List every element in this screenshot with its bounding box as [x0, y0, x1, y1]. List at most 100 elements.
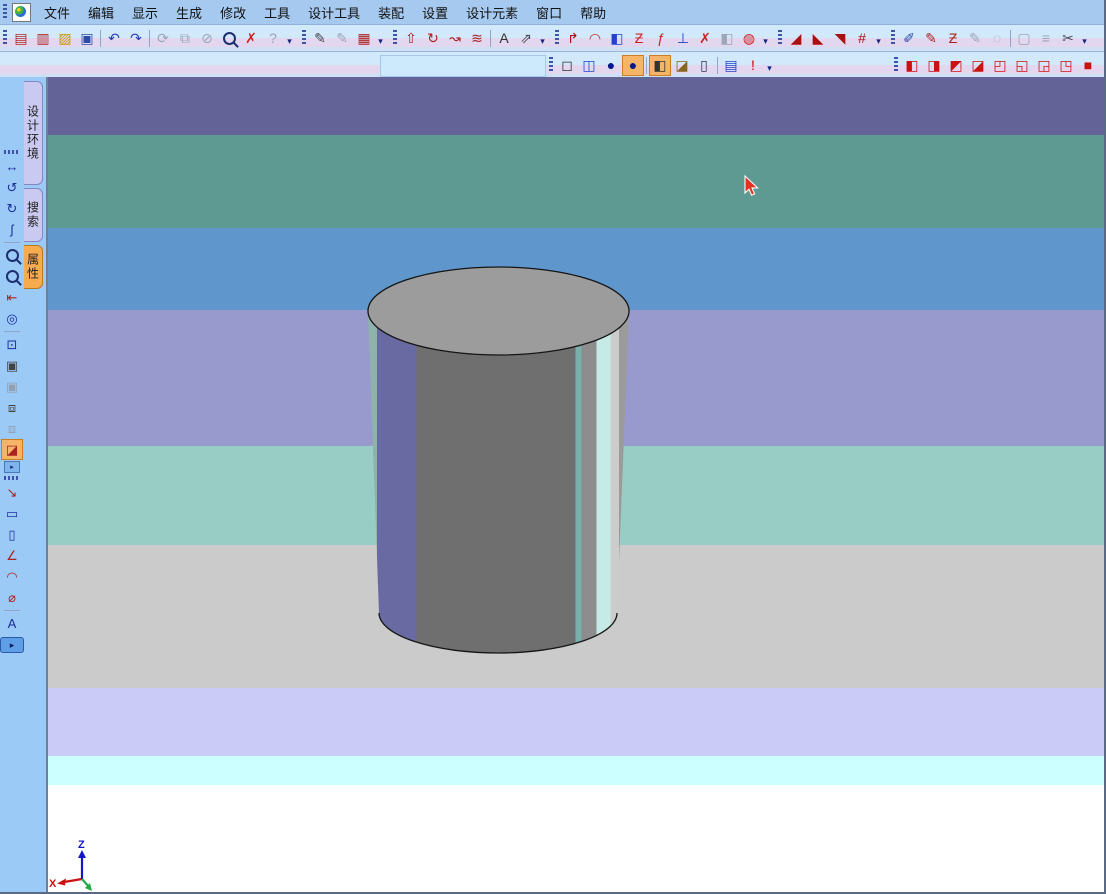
flat-shading-button[interactable]: ●	[600, 55, 622, 76]
modify-more-button[interactable]: ▾	[760, 27, 771, 49]
chamfer-more-button[interactable]: ▾	[873, 27, 884, 49]
diameter-dimension-icon[interactable]: ⌀	[1, 587, 23, 608]
revolve-button[interactable]: ↻	[422, 28, 444, 49]
features-more-button[interactable]: ▾	[537, 27, 548, 49]
chamfer-button[interactable]: ◢	[785, 28, 807, 49]
toolbar-grip[interactable]	[894, 57, 898, 73]
app-icon[interactable]	[12, 3, 31, 22]
constraint-button[interactable]: ⊥	[672, 28, 694, 49]
shaded-edges-button[interactable]: ◧	[649, 55, 671, 76]
view-isometric-button[interactable]: ■	[1077, 55, 1099, 76]
menu-item-7[interactable]: 装配	[369, 3, 413, 22]
view-axonometric-2-button[interactable]: ◳	[1055, 55, 1077, 76]
new-drawing-button[interactable]: ▥	[32, 28, 54, 49]
toolbar-grip[interactable]	[302, 30, 306, 46]
rib-button[interactable]: #	[851, 28, 873, 49]
view-axonometric-button[interactable]: ◲	[1033, 55, 1055, 76]
sketch-2d-button[interactable]: ✎	[309, 28, 331, 49]
toolbar-grip[interactable]	[393, 30, 397, 46]
toolbar-grip[interactable]	[4, 150, 20, 154]
scene-browser-button[interactable]: ▤	[720, 55, 742, 76]
redo-button[interactable]: ↷	[125, 28, 147, 49]
menu-item-10[interactable]: 窗口	[527, 3, 571, 22]
menu-item-1[interactable]: 编辑	[79, 3, 123, 22]
menu-item-8[interactable]: 设置	[413, 3, 457, 22]
delete-plane-button[interactable]: ✗	[240, 28, 262, 49]
text-3d-button[interactable]: A	[493, 28, 515, 49]
camera-rotate-icon[interactable]: ▣	[1, 355, 23, 376]
menu-item-2[interactable]: 显示	[123, 3, 167, 22]
side-tab-search[interactable]: 搜索	[24, 188, 43, 242]
chamfer-3-button[interactable]: ◥	[829, 28, 851, 49]
pattern-button[interactable]: ◍	[738, 28, 760, 49]
find-button[interactable]	[218, 28, 240, 49]
edit-more-button[interactable]: ▾	[1079, 27, 1090, 49]
view-left-button[interactable]: ◩	[945, 55, 967, 76]
hidden-line-button[interactable]: ◫	[578, 55, 600, 76]
length-dimension-icon[interactable]: ▭	[1, 503, 23, 524]
3d-viewport[interactable]: Z X	[48, 77, 1106, 894]
render-options-icon[interactable]: ◪	[1, 439, 23, 460]
chamfer-2-button[interactable]: ◣	[807, 28, 829, 49]
zoom-window-icon[interactable]	[1, 266, 23, 287]
measure-button[interactable]: ✂	[1057, 28, 1079, 49]
view-bottom-button[interactable]: ◱	[1011, 55, 1033, 76]
zoom-icon[interactable]	[1, 245, 23, 266]
save-button[interactable]: ▣	[76, 28, 98, 49]
new-scene-button[interactable]: ▤	[10, 28, 32, 49]
wireframe-button[interactable]: ◻	[556, 55, 578, 76]
remove-element-button[interactable]: ✗	[694, 28, 716, 49]
extrude-button[interactable]: ⇧	[400, 28, 422, 49]
smooth-surface-button[interactable]: ▯	[693, 55, 715, 76]
render-alert-button[interactable]: !	[742, 55, 764, 76]
menu-item-5[interactable]: 工具	[255, 3, 299, 22]
text-dimension-icon[interactable]: A	[1, 613, 23, 634]
edit-offset-button[interactable]: Ƶ	[942, 28, 964, 49]
cylinder-body[interactable]	[368, 311, 629, 653]
toolbar-grip[interactable]	[3, 30, 7, 46]
menu-item-11[interactable]: 帮助	[571, 3, 615, 22]
spin-icon[interactable]: ↻	[1, 198, 23, 219]
toolbar-grip[interactable]	[555, 30, 559, 46]
menu-item-0[interactable]: 文件	[35, 3, 79, 22]
pan-icon[interactable]: ↔	[1, 156, 23, 177]
custom-hole-button[interactable]: ▦	[353, 28, 375, 49]
undo-button[interactable]: ↶	[103, 28, 125, 49]
height-dimension-icon[interactable]: ▯	[1, 524, 23, 545]
sketch-more-button[interactable]: ▾	[375, 27, 386, 49]
insert-part-button[interactable]: ⇗	[515, 28, 537, 49]
menu-item-9[interactable]: 设计元素	[457, 3, 527, 22]
fit-window-icon[interactable]: ⊡	[1, 334, 23, 355]
cylinder-top-face[interactable]	[368, 267, 629, 355]
view-right-button[interactable]: ◪	[967, 55, 989, 76]
smart-dimension-icon[interactable]: ↘	[1, 482, 23, 503]
menu-item-6[interactable]: 设计工具	[299, 3, 369, 22]
bend-button[interactable]: ↱	[562, 28, 584, 49]
side-tab-properties[interactable]: 属性	[24, 245, 43, 289]
zoom-extents-icon[interactable]: ⇤	[1, 287, 23, 308]
display-more-button[interactable]: ▾	[764, 54, 775, 76]
menu-item-3[interactable]: 生成	[167, 3, 211, 22]
toolbar-overflow-button[interactable]: ▸	[4, 461, 20, 473]
menu-grip[interactable]	[3, 4, 7, 20]
open-button[interactable]: ▨	[54, 28, 76, 49]
expand-panel-button[interactable]: ▸	[0, 637, 24, 653]
cylinder-solid[interactable]	[368, 267, 629, 653]
toolbar-grip[interactable]	[778, 30, 782, 46]
sweep-button[interactable]: ↝	[444, 28, 466, 49]
facet-edges-button[interactable]: ◪	[671, 55, 693, 76]
radius-dimension-icon[interactable]: ◠	[1, 566, 23, 587]
equation-button[interactable]: ƒ	[650, 28, 672, 49]
loft-button[interactable]: ≋	[466, 28, 488, 49]
toolbar-grip[interactable]	[4, 476, 20, 480]
orbit-icon[interactable]: ↺	[1, 177, 23, 198]
edit-extrude-button[interactable]: ✐	[898, 28, 920, 49]
fillet-button[interactable]: ◠	[584, 28, 606, 49]
view-front-button[interactable]: ◧	[901, 55, 923, 76]
toolbar-grip[interactable]	[891, 30, 895, 46]
menu-item-4[interactable]: 修改	[211, 3, 255, 22]
center-view-icon[interactable]: ◎	[1, 308, 23, 329]
mirror-button[interactable]: ◧	[606, 28, 628, 49]
toolbar-grip[interactable]	[549, 57, 553, 73]
standard-more-button[interactable]: ▾	[284, 27, 295, 49]
